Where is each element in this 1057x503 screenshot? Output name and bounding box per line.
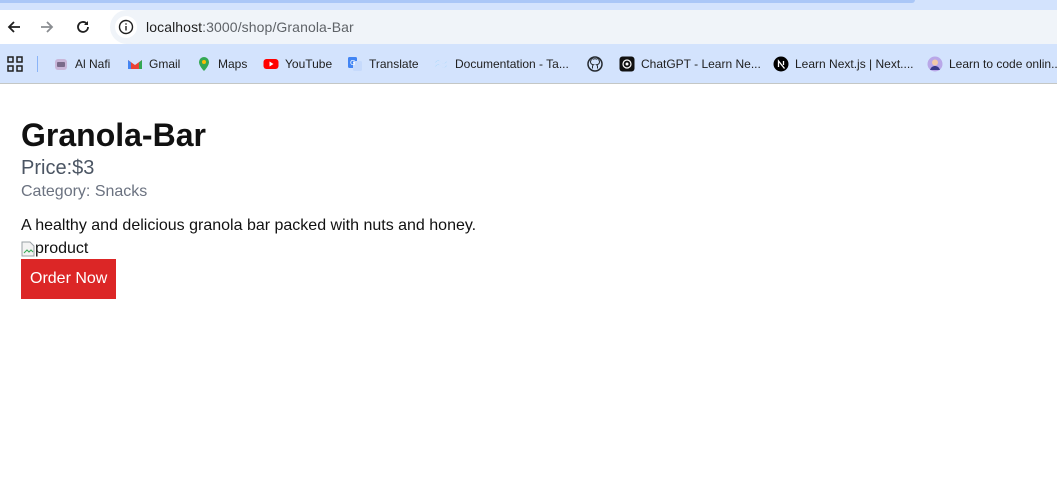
back-button[interactable] <box>0 10 28 44</box>
bookmark-gmail[interactable]: Gmail <box>127 44 180 84</box>
bookmark-translate[interactable]: G Translate <box>347 44 419 84</box>
bookmark-label: Gmail <box>149 57 181 71</box>
gmail-icon <box>127 56 143 72</box>
nextjs-icon <box>773 56 789 72</box>
product-price: Price:$3 <box>21 157 95 179</box>
forward-button[interactable] <box>33 10 61 44</box>
bookmark-label: Maps <box>218 57 248 71</box>
reload-button[interactable] <box>69 10 97 44</box>
bookmark-chatgpt[interactable]: ChatGPT - Learn Ne... <box>619 44 761 84</box>
url-text[interactable]: localhost:3000/shop/Granola-Bar <box>146 19 354 35</box>
bookmark-label: Documentation - Ta... <box>455 57 569 71</box>
bookmark-github[interactable] <box>587 44 609 84</box>
forward-arrow-icon <box>41 21 54 33</box>
chatgpt-icon <box>619 56 635 72</box>
tailwind-icon <box>433 56 449 72</box>
bookmark-al-nafi[interactable]: Al Nafi <box>53 44 110 84</box>
bookmark-label: YouTube <box>285 57 333 71</box>
bookmark-nextjs[interactable]: Learn Next.js | Next.... <box>773 44 914 84</box>
bookmark-documentation[interactable]: Documentation - Ta... <box>433 44 569 84</box>
site-info-icon[interactable] <box>115 16 137 38</box>
bookmark-maps[interactable]: Maps <box>196 44 247 84</box>
bookmark-youtube[interactable]: YouTube <box>263 44 332 84</box>
svg-text:G: G <box>350 59 355 67</box>
bookmark-label: Translate <box>369 57 419 71</box>
apps-button[interactable] <box>7 44 23 84</box>
bookmark-label: Learn to code onlin... <box>949 57 1057 71</box>
address-bar[interactable]: localhost:3000/shop/Granola-Bar <box>110 10 1057 44</box>
browser-toolbar: localhost:3000/shop/Granola-Bar <box>0 10 1057 44</box>
product-detail: Granola-Bar Price:$3 Category: Snacks A … <box>21 118 476 299</box>
reload-icon <box>77 21 89 33</box>
bookmark-label: Al Nafi <box>75 57 111 71</box>
al-nafi-icon <box>53 56 69 72</box>
bookmark-label: ChatGPT - Learn Ne... <box>641 57 761 71</box>
bookmarks-bar: Al Nafi Gmail Maps YouTube G Translate D… <box>0 44 1057 84</box>
bookmark-label: Learn Next.js | Next.... <box>795 57 914 71</box>
avatar-icon <box>927 56 943 72</box>
bookmark-learn-to-code[interactable]: Learn to code onlin... <box>927 44 1057 84</box>
youtube-icon <box>263 56 279 72</box>
product-title: Granola-Bar <box>21 117 206 153</box>
tab-strip <box>0 0 1057 10</box>
order-now-button[interactable]: Order Now <box>21 259 117 299</box>
product-image: product <box>21 239 476 259</box>
github-icon <box>587 56 603 72</box>
product-image-alt: product <box>35 240 89 257</box>
maps-icon <box>196 56 212 72</box>
active-tab[interactable] <box>0 0 915 3</box>
back-arrow-icon <box>7 21 20 33</box>
url-path: :3000/shop/Granola-Bar <box>202 19 354 35</box>
bookmarks-divider <box>37 56 38 72</box>
translate-icon: G <box>347 56 363 72</box>
product-description: A healthy and delicious granola bar pack… <box>21 217 477 234</box>
broken-image-icon <box>21 241 35 257</box>
apps-grid-icon <box>7 56 23 72</box>
url-host: localhost <box>146 19 203 35</box>
product-category: Category: Snacks <box>21 183 148 200</box>
